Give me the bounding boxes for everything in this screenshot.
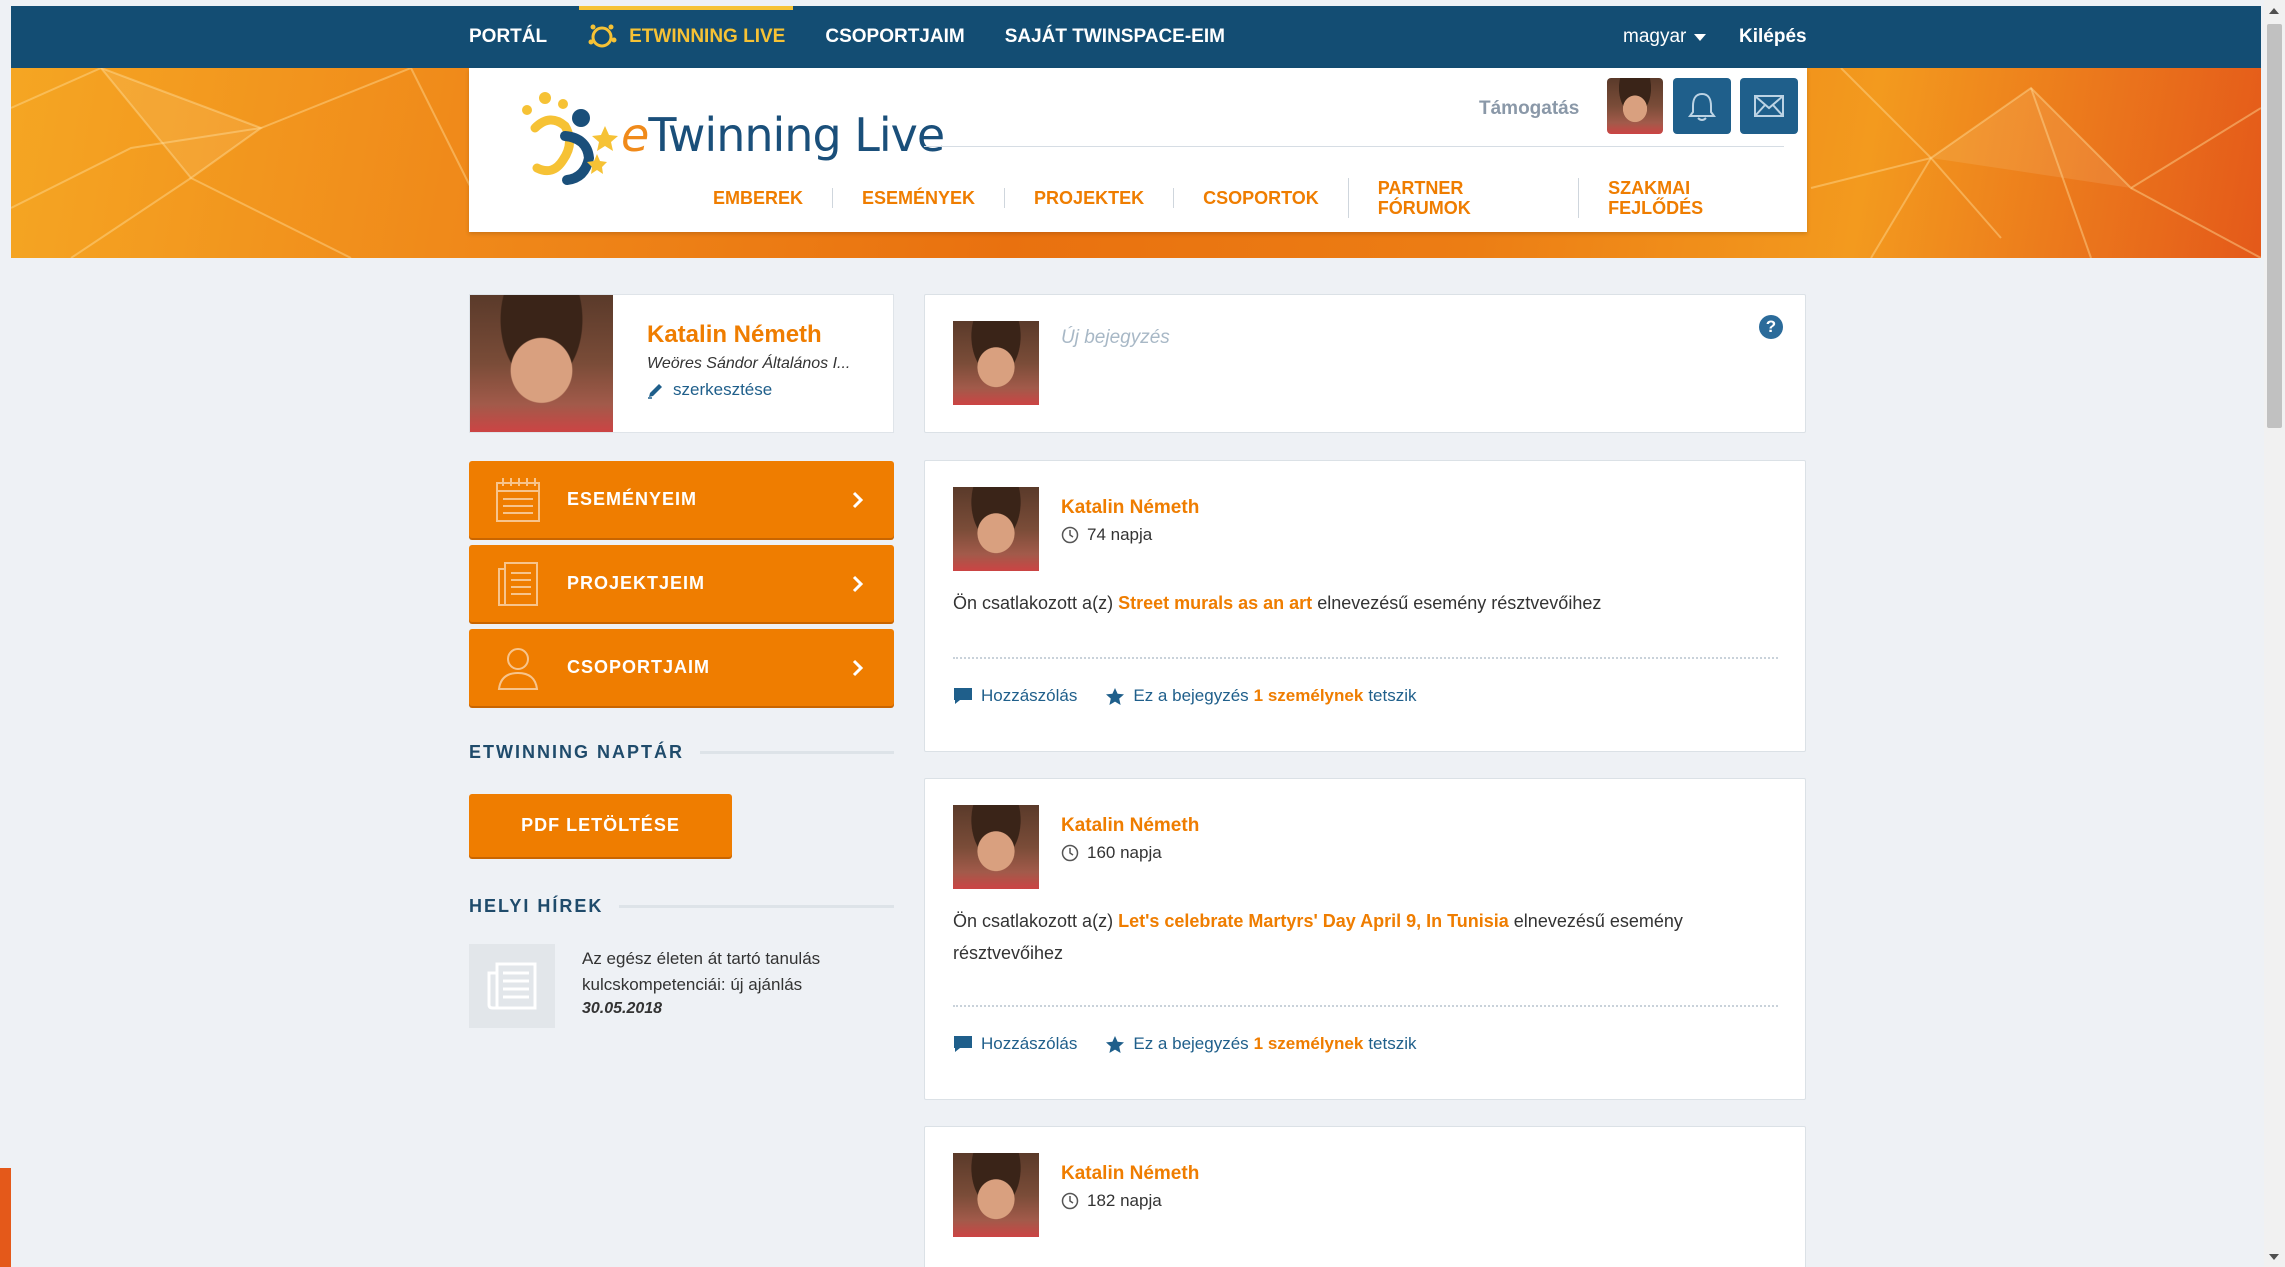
topnav-twinspaces[interactable]: SAJÁT TWINSPACE-EIM xyxy=(1005,6,1225,68)
post-time: 160 napja xyxy=(1061,843,1162,863)
logo-text: eTwinning Live xyxy=(621,108,945,162)
caret-down-icon xyxy=(1694,33,1707,41)
post-card: Katalin Németh 74 napja Ön csatlakozott … xyxy=(924,460,1806,752)
header-avatar[interactable] xyxy=(1607,78,1663,134)
nav-people[interactable]: EMBEREK xyxy=(713,188,832,208)
post-avatar[interactable] xyxy=(953,805,1039,889)
sidebar-my-projects-label: PROJEKTJEIM xyxy=(567,573,706,593)
sidebar-my-groups-label: CSOPORTJAIM xyxy=(567,657,711,677)
logout-link[interactable]: Kilépés xyxy=(1739,6,1807,68)
comment-icon xyxy=(954,688,972,704)
nav-professional-development[interactable]: SZAKMAI FEJLŐDÉS xyxy=(1578,178,1807,218)
pencil-icon xyxy=(648,384,662,399)
like-info[interactable]: Ez a bejegyzés 1 személynek tetszik xyxy=(1105,686,1417,706)
nav-partner-forums[interactable]: PARTNER FÓRUMOK xyxy=(1347,178,1578,218)
new-post-avatar xyxy=(953,321,1039,405)
post-author[interactable]: Katalin Németh xyxy=(1061,815,1199,837)
chevron-right-icon xyxy=(852,659,864,676)
post-card: Katalin Németh 160 napja Ön csatlakozott… xyxy=(924,778,1806,1100)
help-icon[interactable]: ? xyxy=(1759,315,1783,339)
comment-button[interactable]: Hozzászólás xyxy=(953,1034,1077,1054)
document-icon xyxy=(498,561,538,606)
post-time: 74 napja xyxy=(1061,525,1152,545)
scroll-down-arrow[interactable] xyxy=(2269,1254,2279,1260)
post-body: Ön csatlakozott a(z) Street murals as an… xyxy=(953,593,1602,613)
clock-icon xyxy=(1061,844,1079,862)
star-icon xyxy=(1106,687,1125,705)
post-time: 182 napja xyxy=(1061,1191,1162,1211)
messages-button[interactable] xyxy=(1740,78,1798,134)
corner-tab xyxy=(0,1168,11,1267)
post-actions: Hozzászólás Ez a bejegyzés 1 személynek te… xyxy=(953,686,1445,706)
calendar-section-title: ETWINNING NAPTÁR xyxy=(469,742,894,763)
nav-events[interactable]: ESEMÉNYEK xyxy=(832,188,1004,208)
chevron-right-icon xyxy=(852,575,864,592)
post-divider xyxy=(953,657,1778,659)
post-body: Ön csatlakozott a(z) Let's celebrate Mar… xyxy=(953,911,1683,963)
post-author[interactable]: Katalin Németh xyxy=(1061,497,1199,519)
sidebar-my-groups-button[interactable]: CSOPORTJAIM xyxy=(469,629,894,706)
post-card: Katalin Németh 182 napja xyxy=(924,1126,1806,1267)
mail-icon xyxy=(1754,95,1784,117)
topnav-portal[interactable]: PORTÁL xyxy=(469,6,547,68)
topnav-etwinning-live-label: ETWINNING LIVE xyxy=(629,26,786,47)
language-label: magyar xyxy=(1623,26,1687,47)
post-divider xyxy=(953,1005,1778,1007)
comment-button[interactable]: Hozzászólás xyxy=(953,686,1077,706)
post-author[interactable]: Katalin Németh xyxy=(1061,1163,1199,1185)
local-news-section-title: HELYI HÍREK xyxy=(469,896,894,917)
scrollbar[interactable] xyxy=(2264,0,2285,1267)
nav-groups[interactable]: CSOPORTOK xyxy=(1173,188,1348,208)
post-event-link[interactable]: Street murals as an art xyxy=(1118,593,1312,613)
scroll-up-arrow[interactable] xyxy=(2269,8,2279,14)
pdf-download-button[interactable]: PDF LETÖLTÉSE xyxy=(469,794,732,857)
etwinning-globe-icon xyxy=(588,24,617,48)
profile-school: Weöres Sándor Általános I... xyxy=(647,355,851,372)
chevron-right-icon xyxy=(852,491,864,508)
star-icon xyxy=(1106,1035,1125,1053)
user-icon xyxy=(497,647,539,690)
profile-photo[interactable] xyxy=(470,295,613,432)
sidebar-my-events-label: ESEMÉNYEIM xyxy=(567,489,698,509)
post-actions: Hozzászólás Ez a bejegyzés 1 személynek te… xyxy=(953,1034,1445,1054)
new-post-card: Új bejegyzés ? xyxy=(924,294,1806,433)
profile-card: Katalin Németh Weöres Sándor Általános I… xyxy=(469,294,894,433)
main-nav: EMBEREK ESEMÉNYEK PROJEKTEK CSOPORTOK PA… xyxy=(713,178,1807,218)
profile-edit-link[interactable]: szerkesztése xyxy=(647,380,772,400)
clock-icon xyxy=(1061,526,1079,544)
post-event-link[interactable]: Let's celebrate Martyrs' Day April 9, In… xyxy=(1118,911,1509,931)
post-avatar[interactable] xyxy=(953,487,1039,571)
topnav-groups[interactable]: CSOPORTJAIM xyxy=(825,6,964,68)
clock-icon xyxy=(1061,1192,1079,1210)
scroll-thumb[interactable] xyxy=(2267,24,2282,428)
header-divider xyxy=(924,146,1784,147)
notifications-button[interactable] xyxy=(1673,78,1731,134)
news-date: 30.05.2018 xyxy=(582,1000,663,1017)
sidebar-my-projects-button[interactable]: PROJEKTJEIM xyxy=(469,545,894,622)
profile-edit-label: szerkesztése xyxy=(673,380,773,399)
support-link[interactable]: Támogatás xyxy=(1479,98,1579,120)
news-title-link[interactable]: Az egész életen át tartó tanulás kulcsko… xyxy=(582,946,882,998)
nav-projects[interactable]: PROJEKTEK xyxy=(1004,188,1173,208)
language-select[interactable]: magyar xyxy=(1623,6,1707,68)
sidebar-my-events-button[interactable]: ESEMÉNYEIM xyxy=(469,461,894,538)
topnav-etwinning-live[interactable]: ETWINNING LIVE xyxy=(579,6,794,68)
profile-name[interactable]: Katalin Németh xyxy=(647,321,822,349)
news-thumbnail[interactable] xyxy=(469,944,555,1028)
newspaper-icon xyxy=(487,962,537,1010)
page: PORTÁL ETWINNING LIVE CSOPORTJAIM SAJÁT … xyxy=(11,6,2261,1267)
header-card: eTwinning Live Támogatás EMBEREK ESEMÉNY… xyxy=(469,68,1807,232)
like-info[interactable]: Ez a bejegyzés 1 személynek tetszik xyxy=(1105,1034,1417,1054)
top-nav: PORTÁL ETWINNING LIVE CSOPORTJAIM SAJÁT … xyxy=(469,6,1265,68)
bell-icon xyxy=(1688,92,1716,121)
comment-icon xyxy=(954,1036,972,1052)
post-avatar[interactable] xyxy=(953,1153,1039,1237)
calendar-icon xyxy=(496,477,540,522)
new-post-input[interactable]: Új bejegyzés xyxy=(1061,327,1170,349)
top-bar: PORTÁL ETWINNING LIVE CSOPORTJAIM SAJÁT … xyxy=(11,6,2261,68)
